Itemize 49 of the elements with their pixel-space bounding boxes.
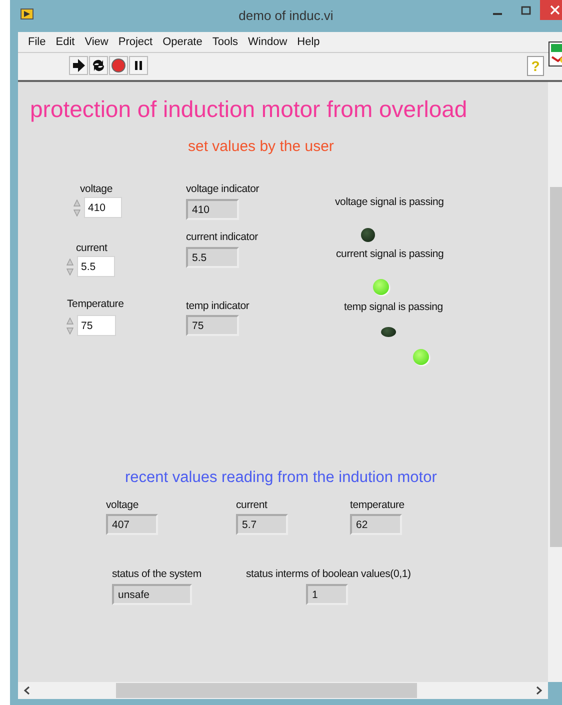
horizontal-scrollbar[interactable]	[18, 682, 548, 699]
vertical-scrollbar[interactable]	[548, 82, 562, 682]
menu-item[interactable]: Tools	[207, 36, 244, 48]
window-title: demo of induc.vi	[238, 8, 334, 23]
close-icon[interactable]	[550, 5, 560, 15]
maximize-icon[interactable]	[521, 6, 532, 16]
control-label: voltage	[80, 183, 112, 195]
run-continuously-icon[interactable]	[89, 56, 108, 75]
minimize-icon[interactable]	[493, 12, 503, 16]
menu-item[interactable]: Window	[243, 36, 292, 48]
panel-title: protection of induction motor from overload	[30, 96, 468, 123]
numeric-indicator: 5.5	[186, 247, 239, 268]
section-heading: recent values reading from the indution motor	[125, 469, 437, 487]
numeric-input[interactable]: 5.5	[77, 256, 115, 277]
numeric-indicator: 75	[186, 315, 239, 336]
numeric-input[interactable]: 75	[77, 315, 116, 336]
signal-label: current signal is passing	[336, 248, 444, 260]
numeric-input[interactable]: 410	[84, 197, 122, 218]
indicator-label: status interms of boolean values(0,1)	[246, 568, 411, 580]
numeric-indicator: 5.7	[236, 514, 288, 535]
scroll-left-icon[interactable]	[24, 686, 30, 695]
signal-label: temp signal is passing	[344, 301, 443, 313]
indicator-label: current indicator	[186, 231, 258, 243]
numeric-indicator: 410	[186, 199, 239, 220]
app-icon	[20, 8, 34, 20]
section-heading: set values by the user	[188, 138, 334, 155]
indicator-label: current	[236, 499, 268, 511]
vi-icon	[548, 41, 562, 67]
menu-item[interactable]: Edit	[50, 36, 80, 48]
pause-icon[interactable]	[129, 56, 148, 75]
signal-label: voltage signal is passing	[335, 196, 444, 208]
stop-icon[interactable]	[109, 56, 128, 75]
control-label: Temperature	[67, 298, 124, 310]
menu-item[interactable]: View	[80, 36, 114, 48]
indicator-label: temp indicator	[186, 300, 250, 312]
numeric-indicator: 62	[350, 514, 402, 535]
menu-item[interactable]: File	[23, 36, 51, 48]
string-indicator: 1	[306, 584, 348, 605]
indicator-label: status of the system	[112, 568, 202, 580]
string-indicator: unsafe	[112, 584, 192, 605]
control-label: current	[76, 242, 108, 254]
indicator-label: voltage	[106, 499, 138, 511]
menu-item[interactable]: Project	[113, 36, 158, 48]
menu-item[interactable]: Help	[292, 36, 325, 48]
menu-item[interactable]: Operate	[158, 36, 208, 48]
indicator-label: voltage indicator	[186, 183, 260, 195]
numeric-indicator: 407	[106, 514, 158, 535]
indicator-label: temperature	[350, 499, 404, 511]
scroll-right-icon[interactable]	[536, 686, 542, 695]
